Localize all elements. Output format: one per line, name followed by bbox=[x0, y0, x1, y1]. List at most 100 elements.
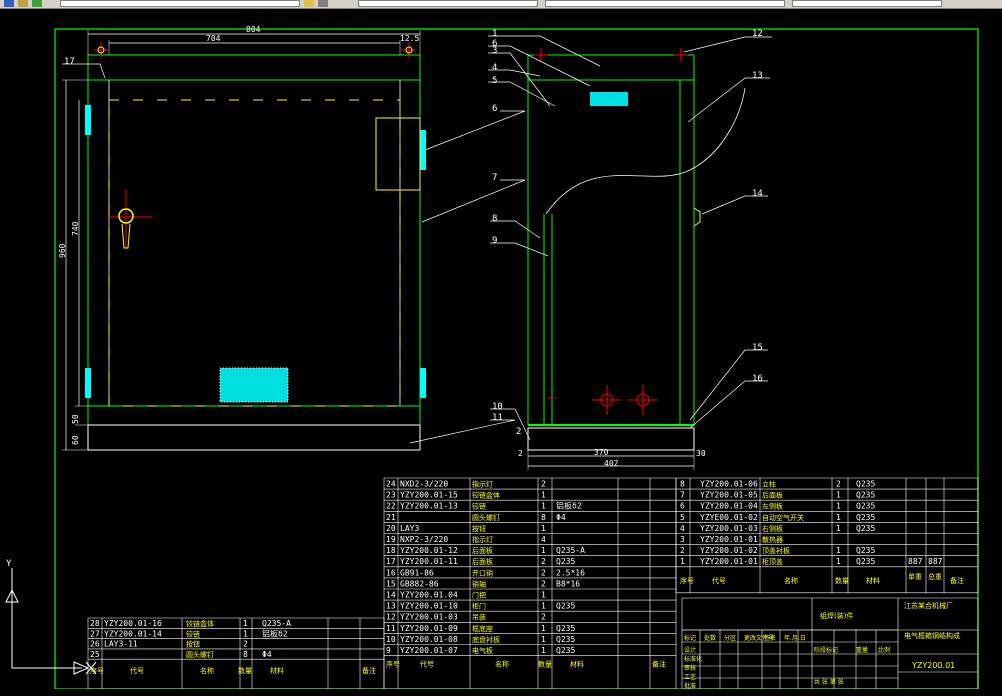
layer-state-icon[interactable] bbox=[304, 0, 314, 7]
svg-text:7: 7 bbox=[492, 173, 497, 183]
bom-left-name: 铰链盒体 bbox=[472, 491, 500, 500]
bom-left-code: YZY200.01-10 bbox=[400, 602, 458, 611]
color-dropdown[interactable] bbox=[358, 0, 538, 7]
bom-header: 名称 bbox=[784, 576, 798, 585]
bom-right-mat: Q235 bbox=[856, 513, 875, 522]
dim-front-height: 960 bbox=[58, 243, 67, 258]
bom-left-name: 铰链 bbox=[472, 502, 486, 511]
bom-left-code: NXD2-3/220 bbox=[400, 480, 448, 489]
svg-text:13: 13 bbox=[752, 71, 763, 81]
lineweight-dropdown[interactable] bbox=[792, 0, 942, 7]
bom-left-code: YZY200.01-15 bbox=[400, 491, 458, 500]
app-icon[interactable] bbox=[4, 0, 14, 7]
bom-left-qty: 1 bbox=[541, 546, 546, 555]
role-label: 标准化 bbox=[684, 655, 702, 663]
bom-right-code: YZY200.01-04 bbox=[700, 502, 758, 511]
bom-left-code: YZY200.01-13 bbox=[400, 502, 458, 511]
bom-left-name: 指示灯 bbox=[472, 535, 493, 544]
bom-header: 数量 bbox=[538, 660, 552, 669]
bom-right-mat: Q235 bbox=[856, 491, 875, 500]
bom-right-name: 柜顶盖 bbox=[762, 557, 783, 566]
layer-dropdown[interactable] bbox=[60, 0, 300, 7]
bom-header: 备注 bbox=[950, 576, 964, 585]
bom-right-qty: 2 bbox=[836, 480, 841, 489]
bom-header: 名称 bbox=[200, 666, 214, 675]
lock-icon bbox=[108, 190, 152, 249]
save-icon[interactable] bbox=[32, 0, 42, 7]
bom-bottom-no: 27 bbox=[90, 629, 100, 638]
svg-text:15: 15 bbox=[752, 343, 763, 353]
side-vent bbox=[590, 92, 628, 106]
bom-left-mat: Q235 bbox=[556, 646, 575, 655]
bom-left-code: YZY200.01.04 bbox=[400, 591, 458, 600]
bom-right-name: 自动空气开关 bbox=[762, 513, 804, 522]
bom-bottom-name: 铰链 bbox=[186, 629, 200, 638]
stage-mark: 阶段标记 bbox=[814, 646, 838, 654]
layer-prev-icon[interactable] bbox=[318, 0, 328, 7]
bom-left-mat: B8*16 bbox=[556, 579, 580, 588]
bom-right-weight: 887 bbox=[928, 557, 943, 566]
bom-right-qty: 1 bbox=[836, 524, 841, 533]
bom-right-name: 顶盖衬板 bbox=[762, 546, 790, 555]
bom-left-no: 16 bbox=[386, 568, 396, 577]
bom-right-name: 立柱 bbox=[762, 480, 776, 489]
svg-text:12: 12 bbox=[752, 29, 763, 39]
bom-left-no: 20 bbox=[386, 524, 396, 533]
bom-left-mat: Φ4 bbox=[556, 513, 566, 522]
svg-text:6: 6 bbox=[492, 39, 497, 49]
assembly-label: 组焊(装)件 bbox=[820, 611, 853, 620]
sheet-label: 共 张 第 张 bbox=[814, 678, 844, 686]
balloon-numbers: 1 2 3 4 5 6 7 8 9 10 11 12 13 14 15 16 1… bbox=[64, 29, 763, 437]
bom-header: 序号 bbox=[386, 660, 400, 669]
bom-right-name: 散热器 bbox=[762, 535, 783, 544]
bom-right-code: YZY200.01-06 bbox=[700, 480, 758, 489]
bom-left-no: 24 bbox=[386, 480, 396, 489]
role-label: 审核 bbox=[684, 664, 696, 672]
role-label: 工艺 bbox=[684, 673, 696, 681]
bom-left-qty: 1 bbox=[541, 502, 546, 511]
bom-left-qty: 1 bbox=[541, 624, 546, 633]
bom-left-code: YZY200.01-07 bbox=[400, 646, 458, 655]
mount-holes bbox=[592, 385, 658, 415]
company-name: 江苏某合机械厂 bbox=[904, 601, 953, 610]
bom-right-code: YZY200.01-01 bbox=[700, 557, 758, 566]
bom-header: 名称 bbox=[495, 660, 509, 669]
open-icon[interactable] bbox=[18, 0, 28, 7]
bom-left-name: 底盘衬板 bbox=[472, 635, 500, 644]
bom-left-no: 15 bbox=[386, 579, 396, 588]
bom-left-name: 后面板 bbox=[472, 546, 493, 555]
hinge-bottom bbox=[85, 368, 91, 398]
bom-left-qty: 1 bbox=[541, 646, 546, 655]
svg-text:14: 14 bbox=[752, 189, 763, 199]
drawing-canvas[interactable]: 804 704 12.5 960 740 50 60 370 402 2 30 … bbox=[0, 8, 1002, 689]
bom-left-name: 框底座 bbox=[472, 624, 493, 633]
scale-label: 比例 bbox=[878, 646, 890, 654]
svg-text:2: 2 bbox=[516, 427, 521, 437]
balloon-leaders bbox=[62, 35, 772, 444]
bom-right-no: 7 bbox=[680, 491, 685, 500]
bom-left-code: LAY3 bbox=[400, 524, 419, 533]
bom-bottom-qty: 1 bbox=[243, 629, 248, 638]
command-line[interactable] bbox=[0, 689, 1002, 696]
linetype-dropdown[interactable] bbox=[545, 0, 785, 7]
bom-bottom-mat: 铝板δ2 bbox=[262, 628, 288, 638]
bom-header: 单重 bbox=[908, 572, 922, 581]
bom-right-qty: 1 bbox=[836, 546, 841, 555]
bom-left-qty: 1 bbox=[541, 491, 546, 500]
bom-right-code: YZY200.01-01 bbox=[700, 535, 758, 544]
bom-left-qty: 1 bbox=[541, 591, 546, 600]
bom-header: 材料 bbox=[270, 666, 284, 675]
drawing-frame bbox=[54, 28, 979, 689]
svg-text:11: 11 bbox=[492, 413, 503, 423]
bom-left-qty: 1 bbox=[541, 635, 546, 644]
bom-right-no: 3 bbox=[680, 535, 685, 544]
bom-left-name: 后面板 bbox=[472, 557, 493, 566]
svg-text:10: 10 bbox=[492, 402, 503, 412]
bom-header: 序号 bbox=[680, 576, 694, 585]
bom-right-qty: 1 bbox=[836, 491, 841, 500]
bom-left-mat: 铝板δ2 bbox=[556, 501, 582, 511]
bom-right-no: 1 bbox=[680, 557, 685, 566]
bom-header: 代号 bbox=[420, 660, 434, 669]
rev-header: 签名 bbox=[764, 634, 776, 642]
bom-left-no: 11 bbox=[386, 624, 396, 633]
